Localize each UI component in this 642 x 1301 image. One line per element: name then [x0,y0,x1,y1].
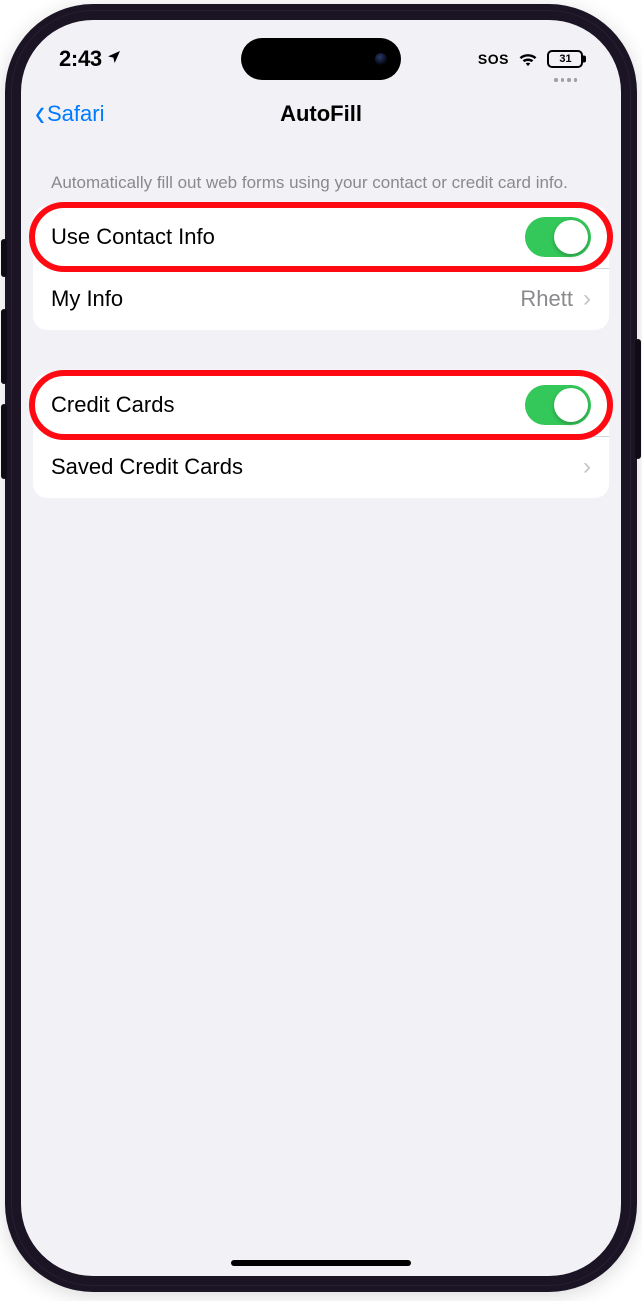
back-button[interactable]: ‹ Safari [35,99,104,129]
saved-credit-cards-row[interactable]: Saved Credit Cards › [33,436,609,498]
nav-bar: ‹ Safari AutoFill [21,86,621,142]
location-icon [106,49,122,68]
status-right: SOS 31 [478,50,583,68]
screen: 2:43 SOS 31 ‹ Safa [21,20,621,1276]
credit-cards-toggle[interactable] [525,385,591,425]
page-title: AutoFill [280,101,362,127]
battery-percent: 31 [559,53,571,65]
credit-cards-row[interactable]: Credit Cards [33,374,609,436]
volume-down-button [1,404,7,479]
dynamic-island [241,38,401,80]
chevron-left-icon: ‹ [35,94,45,133]
status-time: 2:43 [59,46,102,72]
home-indicator[interactable] [231,1260,411,1266]
status-left: 2:43 [59,46,122,72]
use-contact-info-toggle[interactable] [525,217,591,257]
my-info-row[interactable]: My Info Rhett › [33,268,609,330]
power-button [635,339,641,459]
sos-indicator: SOS [478,51,509,67]
back-label: Safari [47,101,104,127]
chevron-right-icon: › [583,285,591,313]
section-description: Automatically fill out web forms using y… [33,172,609,207]
content: Automatically fill out web forms using y… [21,142,621,499]
saved-credit-cards-label: Saved Credit Cards [51,454,243,480]
front-camera-icon [375,53,387,65]
contact-info-group: Use Contact Info My Info Rhett › [33,206,609,330]
use-contact-info-row[interactable]: Use Contact Info [33,206,609,268]
battery-icon: 31 [547,50,583,68]
my-info-label: My Info [51,286,123,312]
credit-cards-label: Credit Cards [51,392,174,418]
silent-switch [1,239,7,277]
credit-cards-group: Credit Cards Saved Credit Cards › [33,374,609,498]
device-frame: 2:43 SOS 31 ‹ Safa [5,4,637,1292]
wifi-icon [517,51,539,67]
my-info-value: Rhett [520,286,573,312]
chevron-right-icon: › [583,453,591,481]
use-contact-info-label: Use Contact Info [51,224,215,250]
volume-up-button [1,309,7,384]
